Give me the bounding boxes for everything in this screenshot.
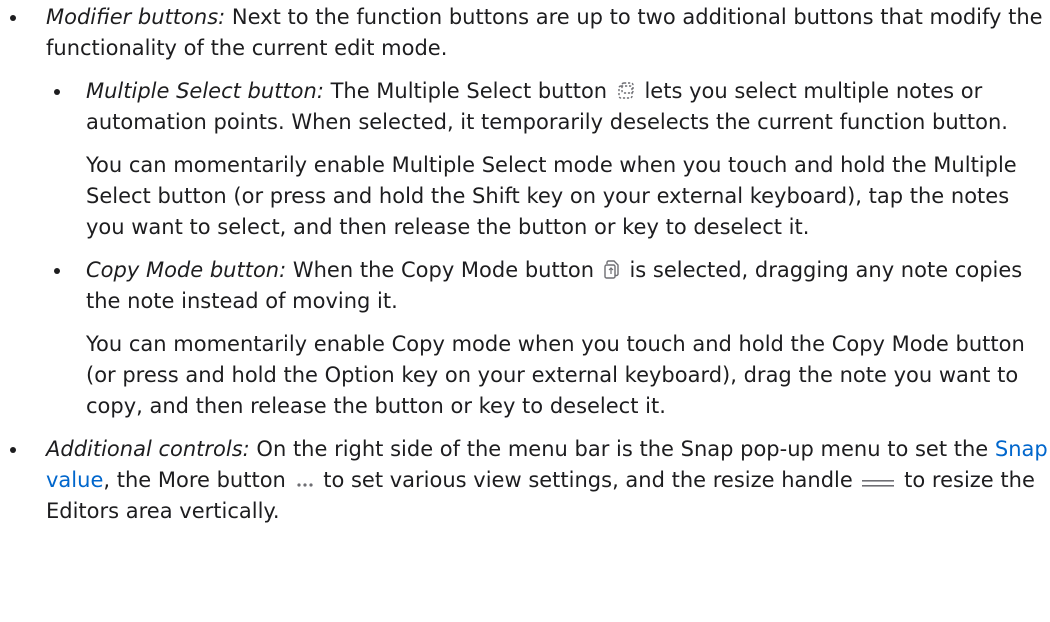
resize-handle-icon [861, 476, 895, 490]
term-label: Additional controls: [46, 437, 250, 461]
body-text: The Multiple Select button [323, 79, 614, 103]
multiple-select-detail: You can momentarily enable Multiple Sele… [86, 153, 1017, 239]
bullet [54, 89, 60, 95]
multiple-select-icon [616, 81, 636, 101]
copy-mode-detail: You can momentarily enable Copy mode whe… [86, 332, 1025, 418]
list-item-additional-controls: Additional controls: On the right side o… [0, 434, 1050, 527]
body-text: On the right side of the menu bar is the… [249, 437, 995, 461]
list-item-copy-mode: Copy Mode button: When the Copy Mode but… [46, 255, 1050, 422]
multiple-select-paragraph: Multiple Select button: The Multiple Sel… [86, 76, 1050, 138]
main-list: Modifier buttons: Next to the function b… [0, 0, 1050, 527]
list-item-multiple-select: Multiple Select button: The Multiple Sel… [46, 76, 1050, 243]
term-label: Modifier buttons: [46, 5, 226, 29]
bullet [10, 447, 16, 453]
term-label: Multiple Select button: [86, 79, 324, 103]
copy-mode-icon [603, 260, 621, 280]
body-text: to set various view settings, and the re… [316, 468, 860, 492]
modifier-buttons-paragraph: Modifier buttons: Next to the function b… [46, 2, 1050, 64]
term-label: Copy Mode button: [86, 258, 287, 282]
body-text: When the Copy Mode button [286, 258, 601, 282]
copy-mode-paragraph: Copy Mode button: When the Copy Mode but… [86, 255, 1050, 317]
body-text: , the More button [103, 468, 293, 492]
bullet [54, 268, 60, 274]
sub-list: Multiple Select button: The Multiple Sel… [46, 76, 1050, 422]
additional-controls-paragraph: Additional controls: On the right side o… [46, 434, 1050, 527]
list-item-modifier-buttons: Modifier buttons: Next to the function b… [0, 2, 1050, 422]
bullet [10, 15, 16, 21]
document: Modifier buttons: Next to the function b… [0, 0, 1050, 622]
more-icon [295, 476, 315, 490]
